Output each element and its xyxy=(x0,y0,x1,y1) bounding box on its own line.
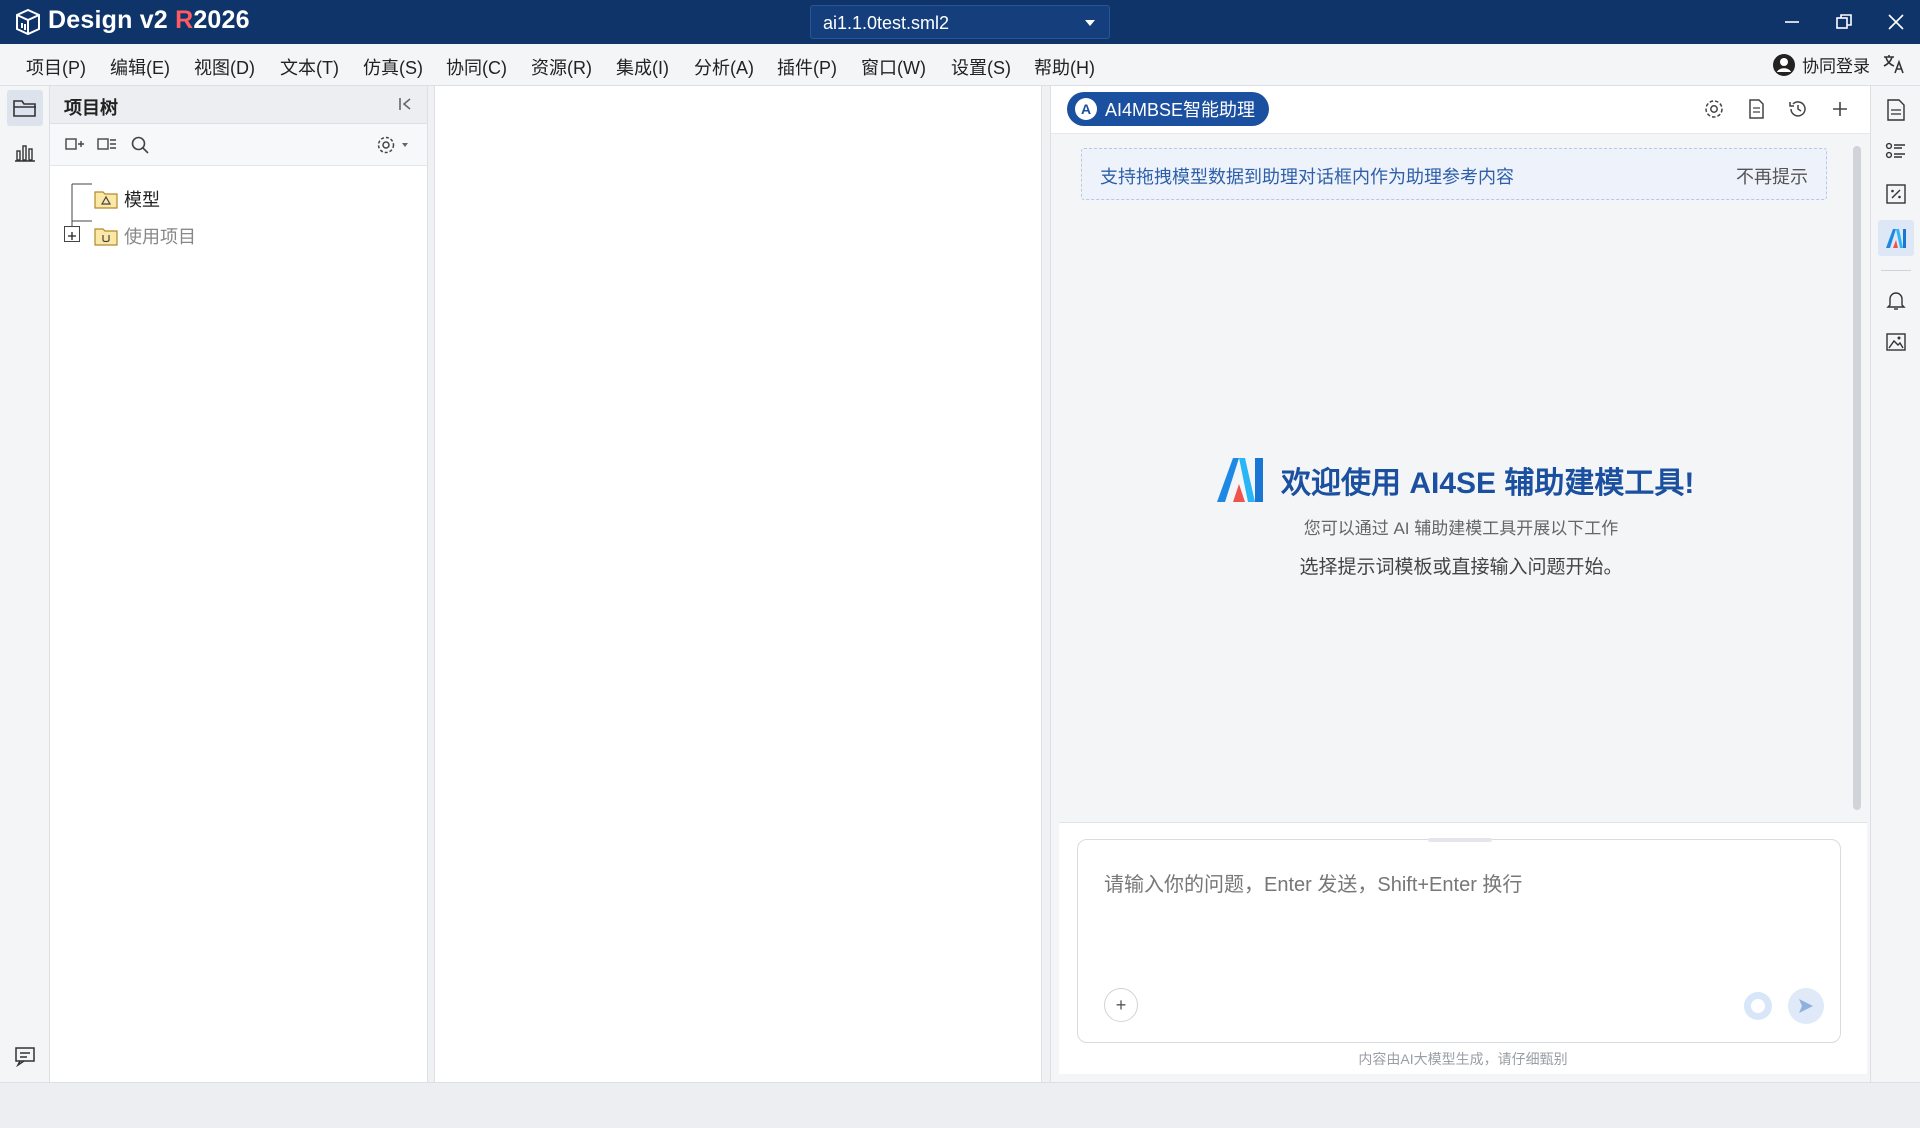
drag-tip-banner: 支持拖拽模型数据到助理对话框内作为助理参考内容 不再提示 xyxy=(1081,148,1827,200)
record-dot-icon xyxy=(1751,999,1765,1013)
project-tree-toggle[interactable] xyxy=(7,90,43,126)
project-tree-header: 项目树 xyxy=(50,86,427,124)
folder-open-icon xyxy=(13,100,36,117)
menu-bar: 项目(P) 编辑(E) 视图(D) 文本(T) 仿真(S) 协同(C) 资源(R… xyxy=(0,44,1920,86)
menu-settings[interactable]: 设置(S) xyxy=(951,54,1011,80)
editor-area[interactable] xyxy=(434,86,1042,1082)
ai-assistant-title: AI4MBSE智能助理 xyxy=(1105,100,1256,120)
file-select-value: ai1.1.0test.sml2 xyxy=(823,13,950,33)
collapse-panel-icon[interactable] xyxy=(397,96,413,112)
bell-icon xyxy=(1886,292,1906,310)
bar-chart-icon xyxy=(15,145,35,162)
right-strip-separator xyxy=(1881,270,1911,271)
ai-logo-icon xyxy=(1886,229,1906,248)
image-icon xyxy=(1886,333,1906,351)
comment-list-icon xyxy=(15,1047,35,1067)
gear-icon[interactable] xyxy=(376,135,412,155)
minimize-icon xyxy=(1785,21,1799,23)
welcome-hint: 选择提示词模板或直接输入问题开始。 xyxy=(1299,557,1623,578)
tree-node-label: 模型 xyxy=(124,190,160,210)
app-title: Design v2 R2026 xyxy=(48,6,250,34)
right-activity-bar xyxy=(1870,86,1920,1082)
ai-assistant-avatar: A xyxy=(1075,98,1097,120)
chat-input[interactable] xyxy=(1104,868,1804,958)
dismiss-tip-button[interactable]: 不再提示 xyxy=(1736,163,1808,189)
project-tree-title: 项目树 xyxy=(64,98,118,118)
menu-integration[interactable]: 集成(I) xyxy=(616,54,669,80)
close-button[interactable] xyxy=(1876,7,1916,37)
project-tree-toolbar xyxy=(50,124,427,166)
ai-assistant-header: A AI4MBSE智能助理 xyxy=(1051,86,1871,134)
title-bar: Design v2 R2026 ai1.1.0test.sml2 xyxy=(0,0,1920,44)
list-icon xyxy=(1885,142,1905,159)
notifications-toggle[interactable] xyxy=(1878,282,1914,318)
status-bar xyxy=(0,1082,1920,1128)
tree-node-label: 使用项目 xyxy=(124,227,196,247)
image-panel-toggle[interactable] xyxy=(1878,324,1914,360)
project-tree-panel: 项目树 模型 使用项目 xyxy=(50,86,428,1082)
collab-login-button[interactable]: 协同登录 xyxy=(1772,52,1870,77)
drag-tip-text: 支持拖拽模型数据到助理对话框内作为助理参考内容 xyxy=(1100,167,1514,187)
used-project-package-icon xyxy=(94,228,118,246)
restore-button[interactable] xyxy=(1824,7,1864,37)
ai-scrollbar[interactable] xyxy=(1853,146,1861,810)
txt-file-icon xyxy=(1887,99,1905,121)
list-panel-toggle[interactable] xyxy=(1878,134,1914,170)
welcome-title: 欢迎使用 AI4SE 辅助建模工具! xyxy=(1281,467,1695,500)
resize-handle[interactable] xyxy=(1428,838,1492,842)
send-button[interactable] xyxy=(1788,988,1824,1024)
plus-icon xyxy=(68,232,76,240)
restore-icon xyxy=(1836,14,1852,29)
menu-text[interactable]: 文本(T) xyxy=(280,54,339,80)
messages-toggle[interactable] xyxy=(7,1038,43,1074)
calc-panel-toggle[interactable] xyxy=(1878,176,1914,212)
user-icon xyxy=(1773,53,1795,76)
menu-view[interactable]: 视图(D) xyxy=(194,54,255,80)
menu-project[interactable]: 项目(P) xyxy=(26,54,86,80)
translate-icon[interactable] xyxy=(1882,52,1906,76)
menu-plugins[interactable]: 插件(P) xyxy=(777,54,837,80)
ai-panel-toggle[interactable] xyxy=(1878,220,1914,256)
left-activity-bar xyxy=(0,86,50,1082)
menu-collaboration[interactable]: 协同(C) xyxy=(446,54,507,80)
analysis-toggle[interactable] xyxy=(7,134,43,170)
collapse-all-icon[interactable] xyxy=(96,135,118,153)
history-icon[interactable] xyxy=(1787,98,1809,120)
ai-disclaimer: 内容由AI大模型生成，请仔细甄别 xyxy=(1358,1051,1568,1067)
expand-all-icon[interactable] xyxy=(64,135,86,153)
percent-icon xyxy=(1886,184,1906,204)
close-icon xyxy=(1888,14,1904,30)
attach-plus-button[interactable]: + xyxy=(1104,988,1138,1022)
menu-edit[interactable]: 编辑(E) xyxy=(110,54,170,80)
chevron-down-icon xyxy=(1085,20,1095,26)
settings-icon[interactable] xyxy=(1703,98,1725,120)
menu-simulation[interactable]: 仿真(S) xyxy=(363,54,423,80)
tree-expand-toggle[interactable] xyxy=(64,226,80,242)
welcome-subtitle: 您可以通过 AI 辅助建模工具开展以下工作 xyxy=(1303,519,1619,538)
ai4se-logo-icon xyxy=(1217,458,1263,502)
ai-assistant-panel: A AI4MBSE智能助理 支持拖拽模型数据到助理对话框内作为助理参考内容 不再… xyxy=(1050,86,1871,1082)
minimize-button[interactable] xyxy=(1772,7,1812,37)
chat-input-box: + xyxy=(1077,838,1841,1043)
menu-help[interactable]: 帮助(H) xyxy=(1034,54,1095,80)
menu-window[interactable]: 窗口(W) xyxy=(861,54,926,80)
tree-node-model[interactable]: 模型 xyxy=(94,186,160,212)
tree-node-used-projects[interactable]: 使用项目 xyxy=(94,223,196,249)
send-arrow-icon xyxy=(1799,999,1813,1013)
menu-resources[interactable]: 资源(R) xyxy=(531,54,592,80)
chat-input-area: + 内容由AI大模型生成，请仔细甄别 xyxy=(1059,822,1867,1074)
search-icon[interactable] xyxy=(130,135,150,155)
app-logo-icon xyxy=(16,8,40,36)
voice-record-button[interactable] xyxy=(1744,992,1772,1020)
text-panel-toggle[interactable] xyxy=(1878,92,1914,128)
new-chat-plus-icon[interactable] xyxy=(1829,98,1851,120)
menu-analysis[interactable]: 分析(A) xyxy=(694,54,754,80)
document-icon[interactable] xyxy=(1745,98,1767,120)
file-select[interactable]: ai1.1.0test.sml2 xyxy=(810,5,1110,39)
model-package-icon xyxy=(94,191,118,209)
collab-login-label: 协同登录 xyxy=(1802,57,1870,76)
ai-assistant-tab[interactable]: A AI4MBSE智能助理 xyxy=(1067,92,1270,126)
